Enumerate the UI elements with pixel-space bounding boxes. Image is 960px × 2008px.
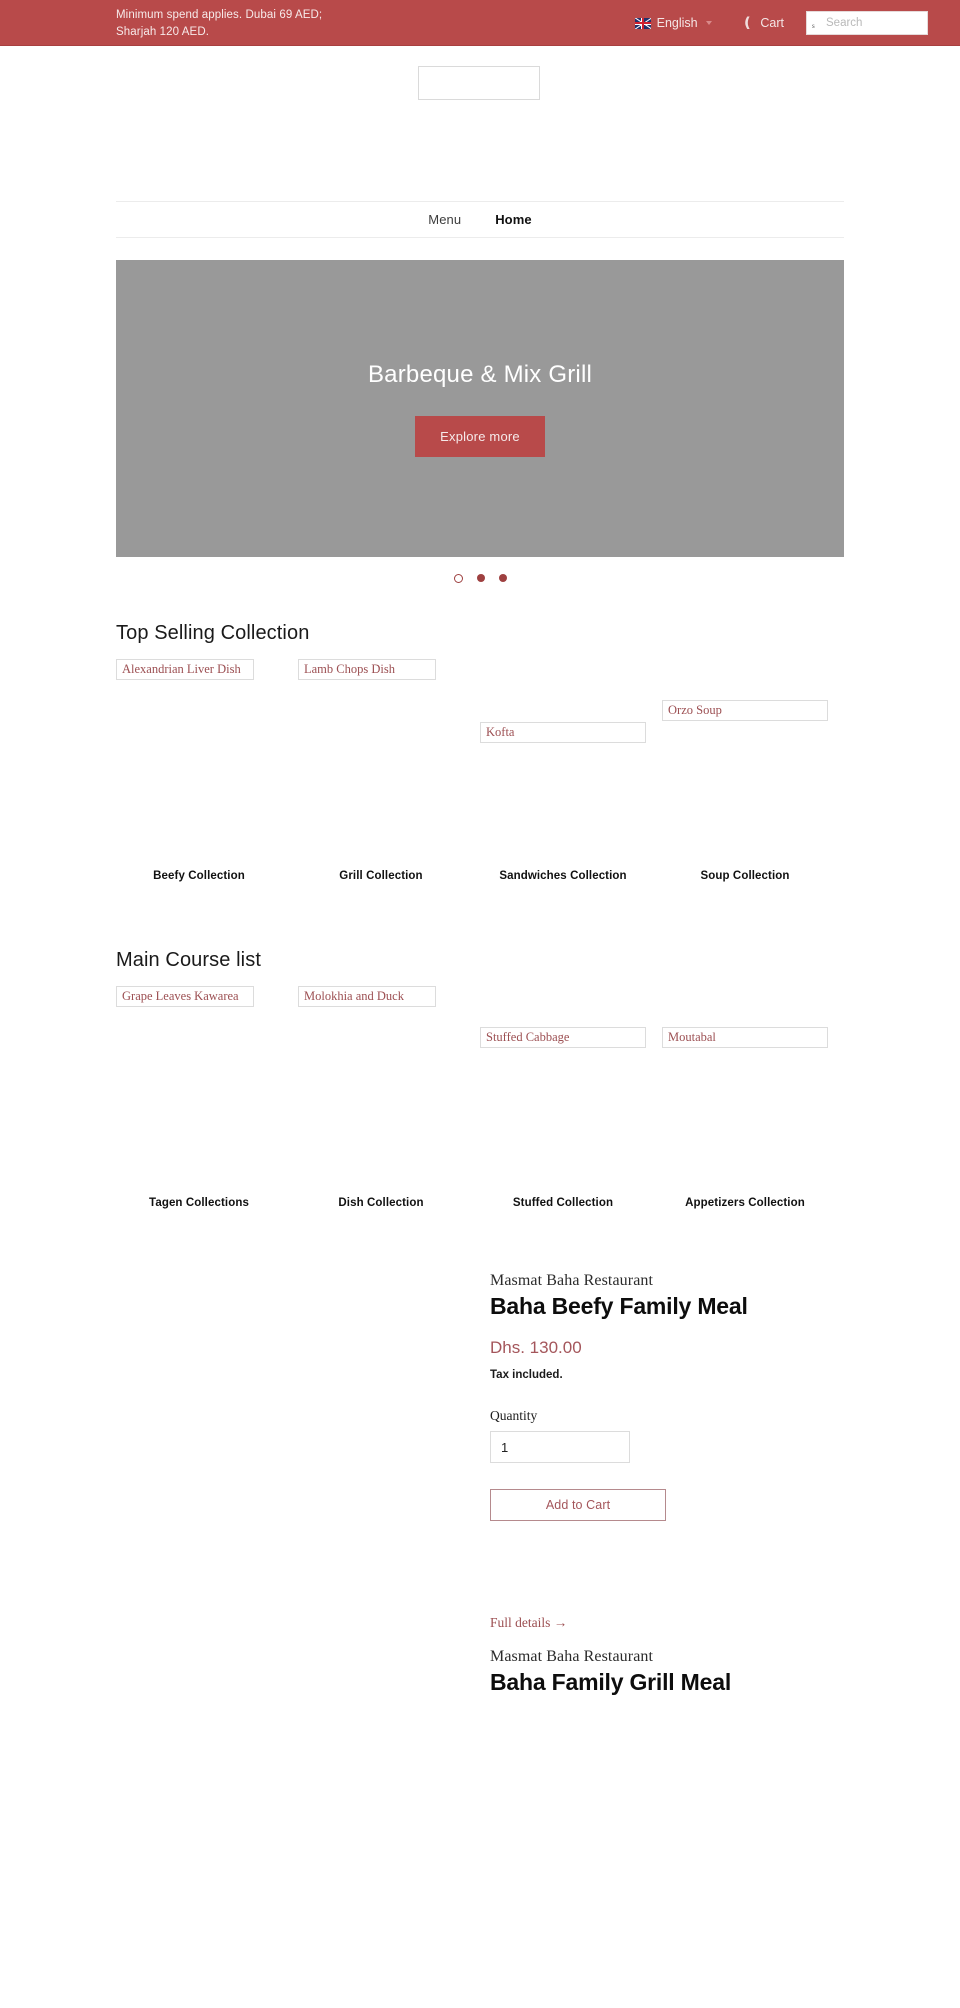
product-block: Masmat Baha Restaurant Baha Beefy Family …	[116, 1272, 844, 1632]
product-image[interactable]	[116, 1272, 446, 1602]
collection-image-placeholder: Orzo Soup	[662, 700, 828, 721]
announcement-line-1: Minimum spend applies. Dubai 69 AED;	[116, 9, 323, 21]
site-header	[0, 46, 960, 201]
collection-card[interactable]: Alexandrian Liver Dish Beefy Collection	[116, 659, 282, 911]
collection-image-placeholder: Kofta	[480, 722, 646, 743]
collection-image-placeholder: Moutabal	[662, 1027, 828, 1048]
hero-slideshow: Barbeque & Mix Grill Explore more	[116, 260, 844, 557]
cart-label: Cart	[760, 16, 784, 30]
main-navigation: Menu Home	[116, 201, 844, 238]
collection-grid: Grape Leaves Kawarea Tagen Collections Mol…	[116, 986, 844, 1238]
hero-title: Barbeque & Mix Grill	[367, 360, 593, 388]
collection-label[interactable]: Grill Collection	[298, 870, 464, 882]
product-title[interactable]: Baha Beefy Family Meal	[490, 1293, 844, 1320]
quantity-input[interactable]	[490, 1431, 630, 1463]
product-vendor: Masmat Baha Restaurant	[490, 1648, 654, 1665]
collection-card[interactable]: Molokhia and Duck Dish Collection	[298, 986, 464, 1238]
search-input[interactable]	[807, 12, 927, 34]
product-image[interactable]	[116, 1648, 446, 1978]
hero-dot-3[interactable]	[498, 574, 507, 582]
featured-products: Masmat Baha Restaurant Baha Beefy Family …	[116, 1272, 844, 1978]
cart-link[interactable]: ❪ Cart	[742, 16, 784, 30]
collection-image-placeholder: Stuffed Cabbage	[480, 1027, 646, 1048]
collection-image-placeholder: Molokhia and Duck	[298, 986, 436, 1007]
collection-section-1: Top Selling Collection Alexandrian Liver …	[116, 622, 844, 911]
collection-label[interactable]: Beefy Collection	[116, 870, 282, 882]
collection-label[interactable]: Soup Collection	[662, 870, 828, 882]
collection-card[interactable]: Stuffed Cabbage Stuffed Collection	[480, 986, 646, 1238]
collection-label[interactable]: Tagen Collections	[116, 1197, 282, 1209]
language-selector[interactable]: English	[634, 16, 712, 30]
section-title: Top Selling Collection	[116, 622, 310, 644]
collection-image-placeholder: Alexandrian Liver Dish	[116, 659, 254, 680]
quantity-label: Quantity	[490, 1408, 538, 1423]
collection-card[interactable]: Lamb Chops Dish Grill Collection	[298, 659, 464, 911]
site-logo[interactable]	[418, 66, 540, 100]
section-title: Main Course list	[116, 949, 261, 971]
nav-item-menu[interactable]: Menu	[428, 212, 461, 227]
tax-note: Tax included.	[490, 1369, 563, 1381]
language-label: English	[656, 16, 698, 30]
collection-card[interactable]: Moutabal Appetizers Collection	[662, 986, 828, 1238]
product-block: Masmat Baha Restaurant Baha Family Grill …	[116, 1648, 844, 2008]
hero-dot-2[interactable]	[476, 574, 485, 582]
collection-label[interactable]: Stuffed Collection	[480, 1197, 646, 1209]
product-title[interactable]: Baha Family Grill Meal	[490, 1669, 844, 1696]
utility-bar-right: English ❪ Cart s	[634, 0, 960, 46]
collection-section-2: Main Course list Grape Leaves Kawarea Tage…	[116, 949, 844, 1238]
search-box[interactable]: s	[806, 11, 928, 35]
add-to-cart-button[interactable]: Add to Cart	[490, 1489, 666, 1521]
collection-image-placeholder: Grape Leaves Kawarea	[116, 986, 254, 1007]
product-price: Dhs. 130.00	[490, 1338, 582, 1357]
cart-icon: ❪	[741, 15, 754, 31]
collection-card[interactable]: Kofta Sandwiches Collection	[480, 659, 646, 911]
collection-card[interactable]: Orzo Soup Soup Collection	[662, 659, 828, 911]
hero-pagination-dots	[116, 570, 844, 586]
search-icon: s	[812, 22, 815, 30]
collection-label[interactable]: Dish Collection	[298, 1197, 464, 1209]
nav-item-home[interactable]: Home	[495, 212, 532, 227]
collection-grid: Alexandrian Liver Dish Beefy Collection La…	[116, 659, 844, 911]
product-info: Masmat Baha Restaurant Baha Beefy Family …	[490, 1272, 844, 1632]
collection-label[interactable]: Sandwiches Collection	[480, 870, 646, 882]
product-info: Masmat Baha Restaurant Baha Family Grill …	[490, 1648, 844, 1714]
announcement-bar: Minimum spend applies. Dubai 69 AED; Sha…	[0, 0, 960, 46]
collection-card[interactable]: Grape Leaves Kawarea Tagen Collections	[116, 986, 282, 1238]
collection-image-placeholder: Lamb Chops Dish	[298, 659, 436, 680]
announcement-line-2: Sharjah 120 AED.	[116, 26, 210, 38]
product-vendor: Masmat Baha Restaurant	[490, 1272, 654, 1289]
hero-dot-1[interactable]	[453, 573, 463, 583]
collection-label[interactable]: Appetizers Collection	[662, 1197, 828, 1209]
explore-more-button[interactable]: Explore more	[415, 415, 545, 457]
announcement-text: Minimum spend applies. Dubai 69 AED; Sha…	[116, 7, 416, 41]
full-details-link[interactable]: Full details →	[490, 1615, 567, 1631]
uk-flag-icon	[634, 17, 651, 29]
chevron-down-icon	[705, 21, 712, 25]
